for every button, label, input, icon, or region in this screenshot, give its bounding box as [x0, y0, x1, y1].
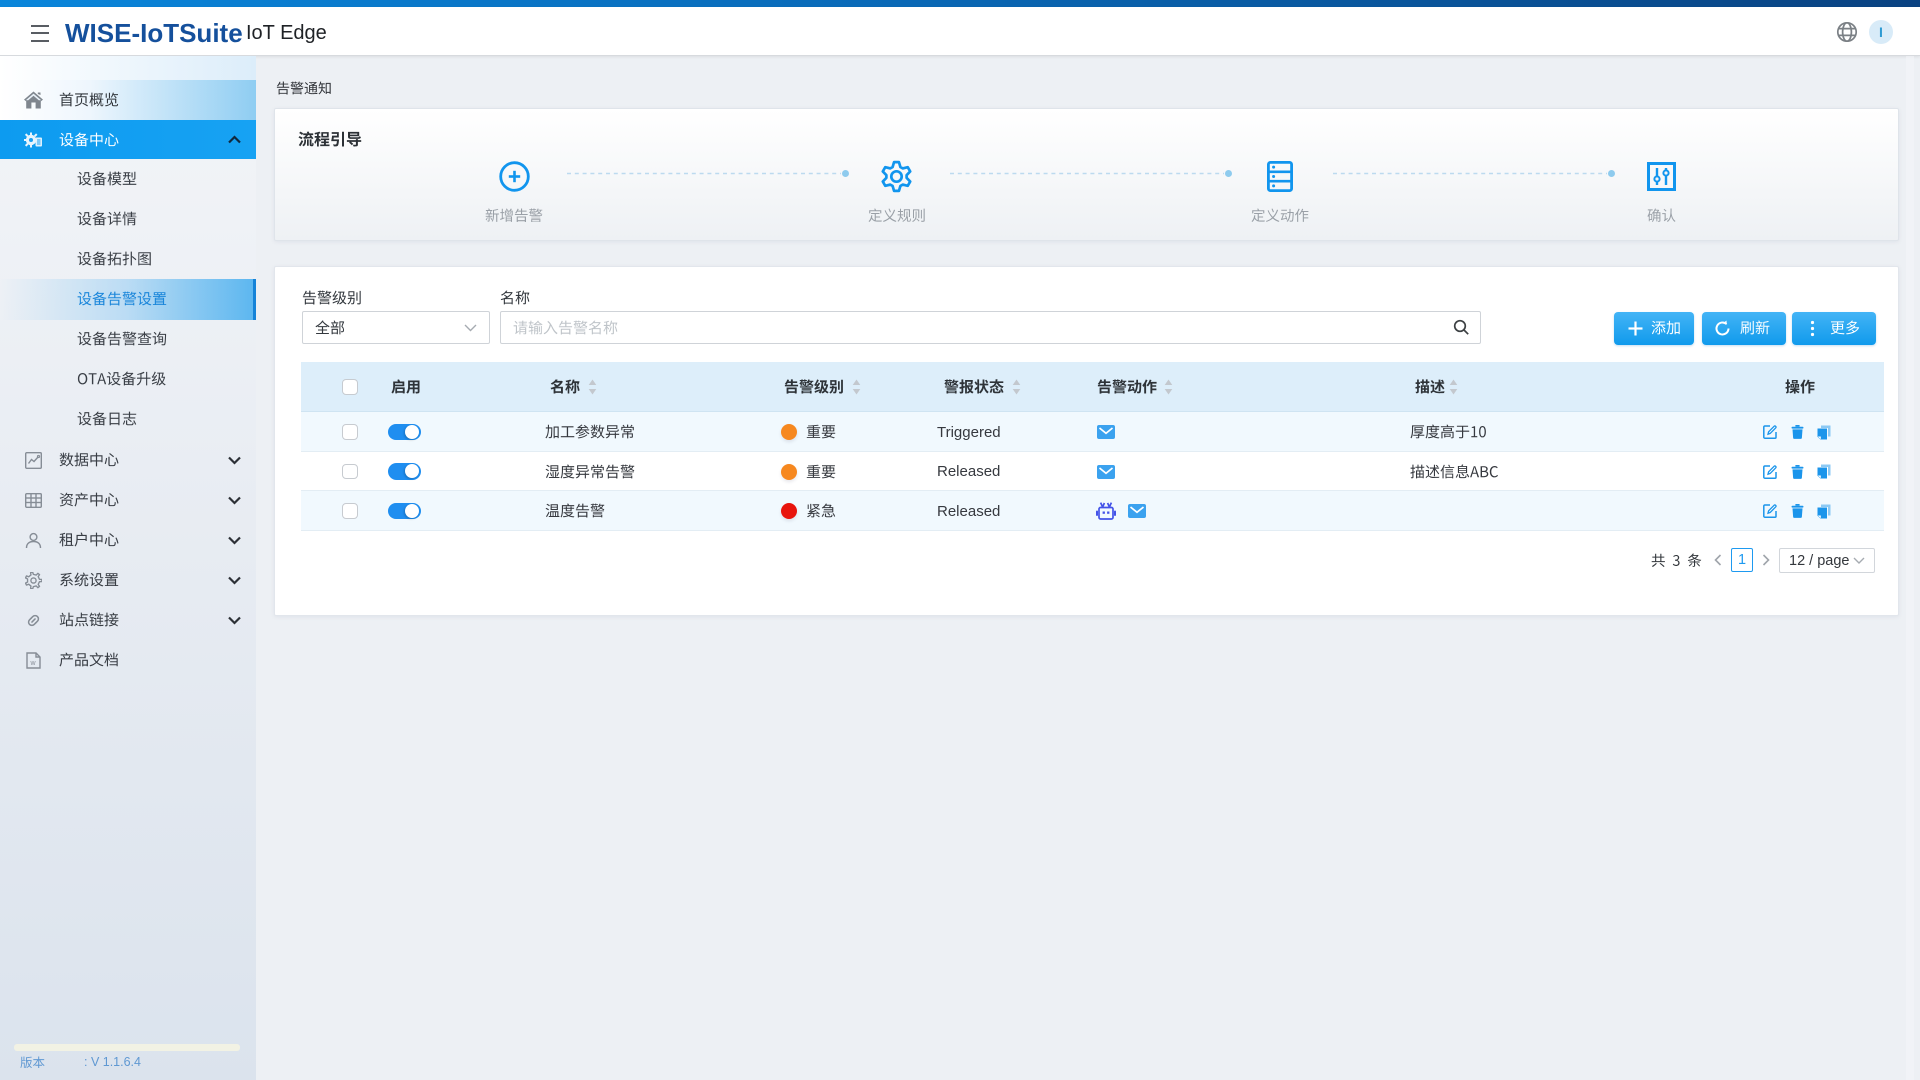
svg-text:w: w	[29, 660, 36, 667]
